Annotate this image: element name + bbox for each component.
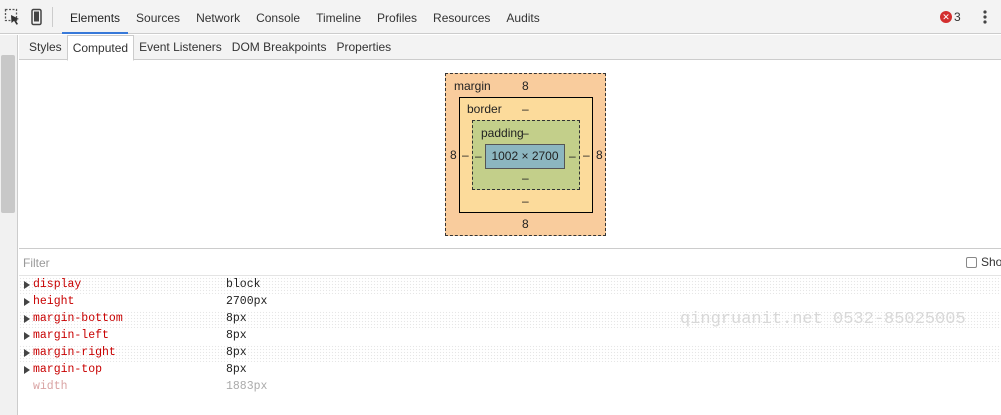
border-label: border <box>467 102 502 116</box>
sidebar-tabs: Styles Computed Event Listeners DOM Brea… <box>24 35 396 61</box>
border-top-value[interactable]: – <box>522 102 529 116</box>
property-row[interactable]: margin-top 8px <box>19 362 1001 379</box>
tab-sources[interactable]: Sources <box>128 0 188 34</box>
expand-arrow-icon[interactable] <box>24 349 30 357</box>
border-left-value[interactable]: – <box>462 148 469 162</box>
tab-dom-breakpoints[interactable]: DOM Breakpoints <box>227 35 332 60</box>
devtools-toolbar: Elements Sources Network Console Timelin… <box>0 0 1001 34</box>
box-model-pane: margin 8 8 8 8 border – – – – padding – … <box>19 61 1001 249</box>
border-right-value[interactable]: – <box>583 148 590 162</box>
tab-audits[interactable]: Audits <box>498 0 547 34</box>
tab-styles[interactable]: Styles <box>24 35 67 60</box>
tab-event-listeners[interactable]: Event Listeners <box>134 35 227 60</box>
property-value: 8px <box>226 312 247 325</box>
property-value: 2700px <box>226 295 268 308</box>
property-value: block <box>226 278 261 291</box>
property-name: margin-top <box>33 363 103 376</box>
show-all-toggle[interactable]: Sho <box>966 255 1001 269</box>
tab-computed[interactable]: Computed <box>66 35 135 61</box>
expand-arrow-icon[interactable] <box>24 298 30 306</box>
border-bottom-value[interactable]: – <box>522 194 529 208</box>
tab-profiles[interactable]: Profiles <box>369 0 425 34</box>
scrollbar-thumb[interactable] <box>1 55 15 213</box>
margin-label: margin <box>454 79 491 93</box>
error-counter[interactable]: ✕ 3 <box>940 9 961 25</box>
property-name: width <box>33 380 68 393</box>
error-count: 3 <box>954 10 961 24</box>
property-name: margin-right <box>33 346 116 359</box>
margin-right-value[interactable]: 8 <box>596 148 603 162</box>
device-mode-icon[interactable] <box>28 8 46 26</box>
box-model-margin[interactable]: margin 8 8 8 8 border – – – – padding – … <box>445 73 606 236</box>
property-row[interactable]: width 1883px <box>19 379 1001 396</box>
margin-bottom-value[interactable]: 8 <box>522 217 529 231</box>
expand-arrow-icon[interactable] <box>24 332 30 340</box>
padding-label: padding <box>481 126 524 140</box>
property-name: display <box>33 278 82 291</box>
box-model-padding[interactable]: padding – – – – 1002 × 2700 <box>472 120 580 190</box>
property-value: 8px <box>226 329 247 342</box>
tab-timeline[interactable]: Timeline <box>308 0 369 34</box>
padding-bottom-value[interactable]: – <box>522 171 529 185</box>
expand-arrow-icon[interactable] <box>24 366 30 374</box>
toolbar-separator <box>52 7 53 27</box>
padding-right-value[interactable]: – <box>569 149 576 163</box>
tab-network[interactable]: Network <box>188 0 248 34</box>
filter-input[interactable] <box>23 254 323 272</box>
property-row[interactable]: margin-right 8px <box>19 345 1001 362</box>
filter-bar: Sho <box>19 250 1001 276</box>
property-name: height <box>33 295 75 308</box>
computed-properties-list: display block height 2700px margin-botto… <box>19 277 1001 396</box>
property-value: 8px <box>226 346 247 359</box>
panel-tabs: Elements Sources Network Console Timelin… <box>62 0 548 34</box>
expand-arrow-icon[interactable] <box>24 315 30 323</box>
tab-console[interactable]: Console <box>248 0 308 34</box>
box-model-border[interactable]: border – – – – padding – – – – 1002 × 27… <box>459 97 593 213</box>
margin-left-value[interactable]: 8 <box>450 148 457 162</box>
property-value: 8px <box>226 363 247 376</box>
show-all-label: Sho <box>981 255 1001 269</box>
show-all-checkbox[interactable] <box>966 256 977 268</box>
watermark-text: qingruanit.net 0532-85025005 <box>680 310 966 329</box>
property-row[interactable]: display block <box>19 277 1001 294</box>
property-row[interactable]: margin-left 8px <box>19 328 1001 345</box>
error-icon: ✕ <box>940 11 952 23</box>
sidebar-tabs-bar: Styles Computed Event Listeners DOM Brea… <box>19 35 1001 61</box>
property-value: 1883px <box>226 380 268 393</box>
property-row[interactable]: height 2700px <box>19 294 1001 311</box>
property-name: margin-left <box>33 329 109 342</box>
tab-elements[interactable]: Elements <box>62 0 129 34</box>
left-scrollbar[interactable] <box>0 35 18 415</box>
inspect-element-icon[interactable] <box>4 8 22 26</box>
box-model-content[interactable]: 1002 × 2700 <box>485 144 565 169</box>
tab-properties[interactable]: Properties <box>331 35 396 60</box>
padding-left-value[interactable]: – <box>475 149 482 163</box>
padding-top-value[interactable]: – <box>522 126 529 140</box>
tab-resources[interactable]: Resources <box>425 0 498 34</box>
property-name: margin-bottom <box>33 312 123 325</box>
more-menu-icon[interactable] <box>983 8 987 26</box>
margin-top-value[interactable]: 8 <box>522 79 529 93</box>
expand-arrow-icon[interactable] <box>24 281 30 289</box>
